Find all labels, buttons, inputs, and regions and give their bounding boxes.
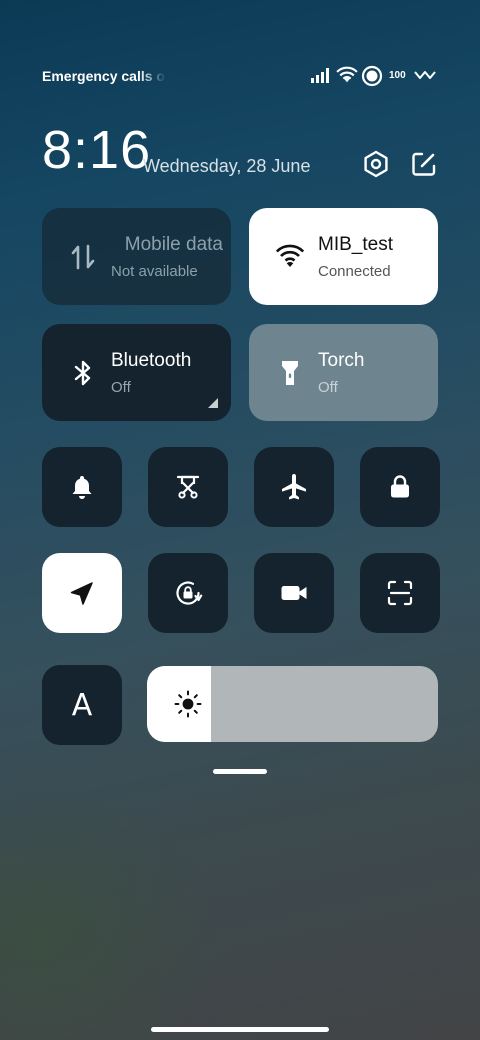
settings-icon[interactable] bbox=[362, 150, 390, 178]
signal-icon bbox=[311, 68, 329, 83]
airplane-toggle[interactable] bbox=[254, 447, 334, 527]
mobile-data-icon bbox=[71, 244, 95, 270]
lock-toggle[interactable] bbox=[360, 447, 440, 527]
torch-tile[interactable]: Torch Off bbox=[249, 324, 438, 421]
data-activity-icon bbox=[414, 71, 436, 79]
mobile-data-title: Mobile data bbox=[124, 234, 223, 255]
torch-status: Off bbox=[318, 379, 338, 396]
bluetooth-status: Off bbox=[111, 379, 131, 396]
torch-icon bbox=[282, 361, 298, 385]
lock-icon bbox=[391, 475, 409, 498]
wifi-title: MIB_test bbox=[318, 234, 393, 255]
wifi-tile-icon bbox=[275, 244, 305, 267]
rotation-lock-toggle[interactable] bbox=[148, 553, 228, 633]
panel-drag-handle[interactable] bbox=[213, 769, 267, 774]
mobile-data-status: Not available bbox=[111, 263, 198, 280]
font-size-icon: A bbox=[71, 687, 93, 723]
location-toggle[interactable] bbox=[42, 553, 122, 633]
bluetooth-tile[interactable]: Bluetooth Off bbox=[42, 324, 231, 421]
edit-icon[interactable] bbox=[410, 150, 438, 178]
bluetooth-icon bbox=[74, 360, 91, 386]
scanner-toggle[interactable] bbox=[360, 553, 440, 633]
wifi-icon bbox=[336, 66, 358, 83]
mobile-data-tile[interactable]: Mobile data Not available bbox=[42, 208, 231, 305]
font-size-toggle[interactable]: A bbox=[42, 665, 122, 745]
clock-time: 8:16 bbox=[42, 120, 152, 180]
airplane-icon bbox=[282, 474, 306, 500]
rotation-lock-icon bbox=[176, 581, 203, 605]
screenshot-icon bbox=[176, 475, 200, 499]
scanner-icon bbox=[387, 580, 413, 606]
wifi-status: Connected bbox=[318, 263, 391, 280]
wifi-tile[interactable]: MIB_test Connected bbox=[249, 208, 438, 305]
video-camera-icon bbox=[281, 586, 307, 600]
do-not-disturb-icon bbox=[361, 65, 383, 87]
expand-corner-icon bbox=[208, 398, 218, 408]
video-camera-toggle[interactable] bbox=[254, 553, 334, 633]
home-indicator[interactable] bbox=[151, 1027, 329, 1032]
brightness-slider[interactable] bbox=[147, 666, 438, 742]
carrier-text: Emergency calls only bbox=[42, 68, 166, 84]
screenshot-toggle[interactable] bbox=[148, 447, 228, 527]
torch-title: Torch bbox=[318, 350, 365, 371]
battery-level: 100 bbox=[389, 70, 406, 81]
bell-icon bbox=[72, 476, 92, 499]
bell-toggle[interactable] bbox=[42, 447, 122, 527]
location-icon bbox=[70, 582, 93, 605]
date-text: Wednesday, 28 June bbox=[143, 156, 311, 176]
sun-icon bbox=[174, 690, 202, 718]
bluetooth-title: Bluetooth bbox=[111, 350, 192, 371]
